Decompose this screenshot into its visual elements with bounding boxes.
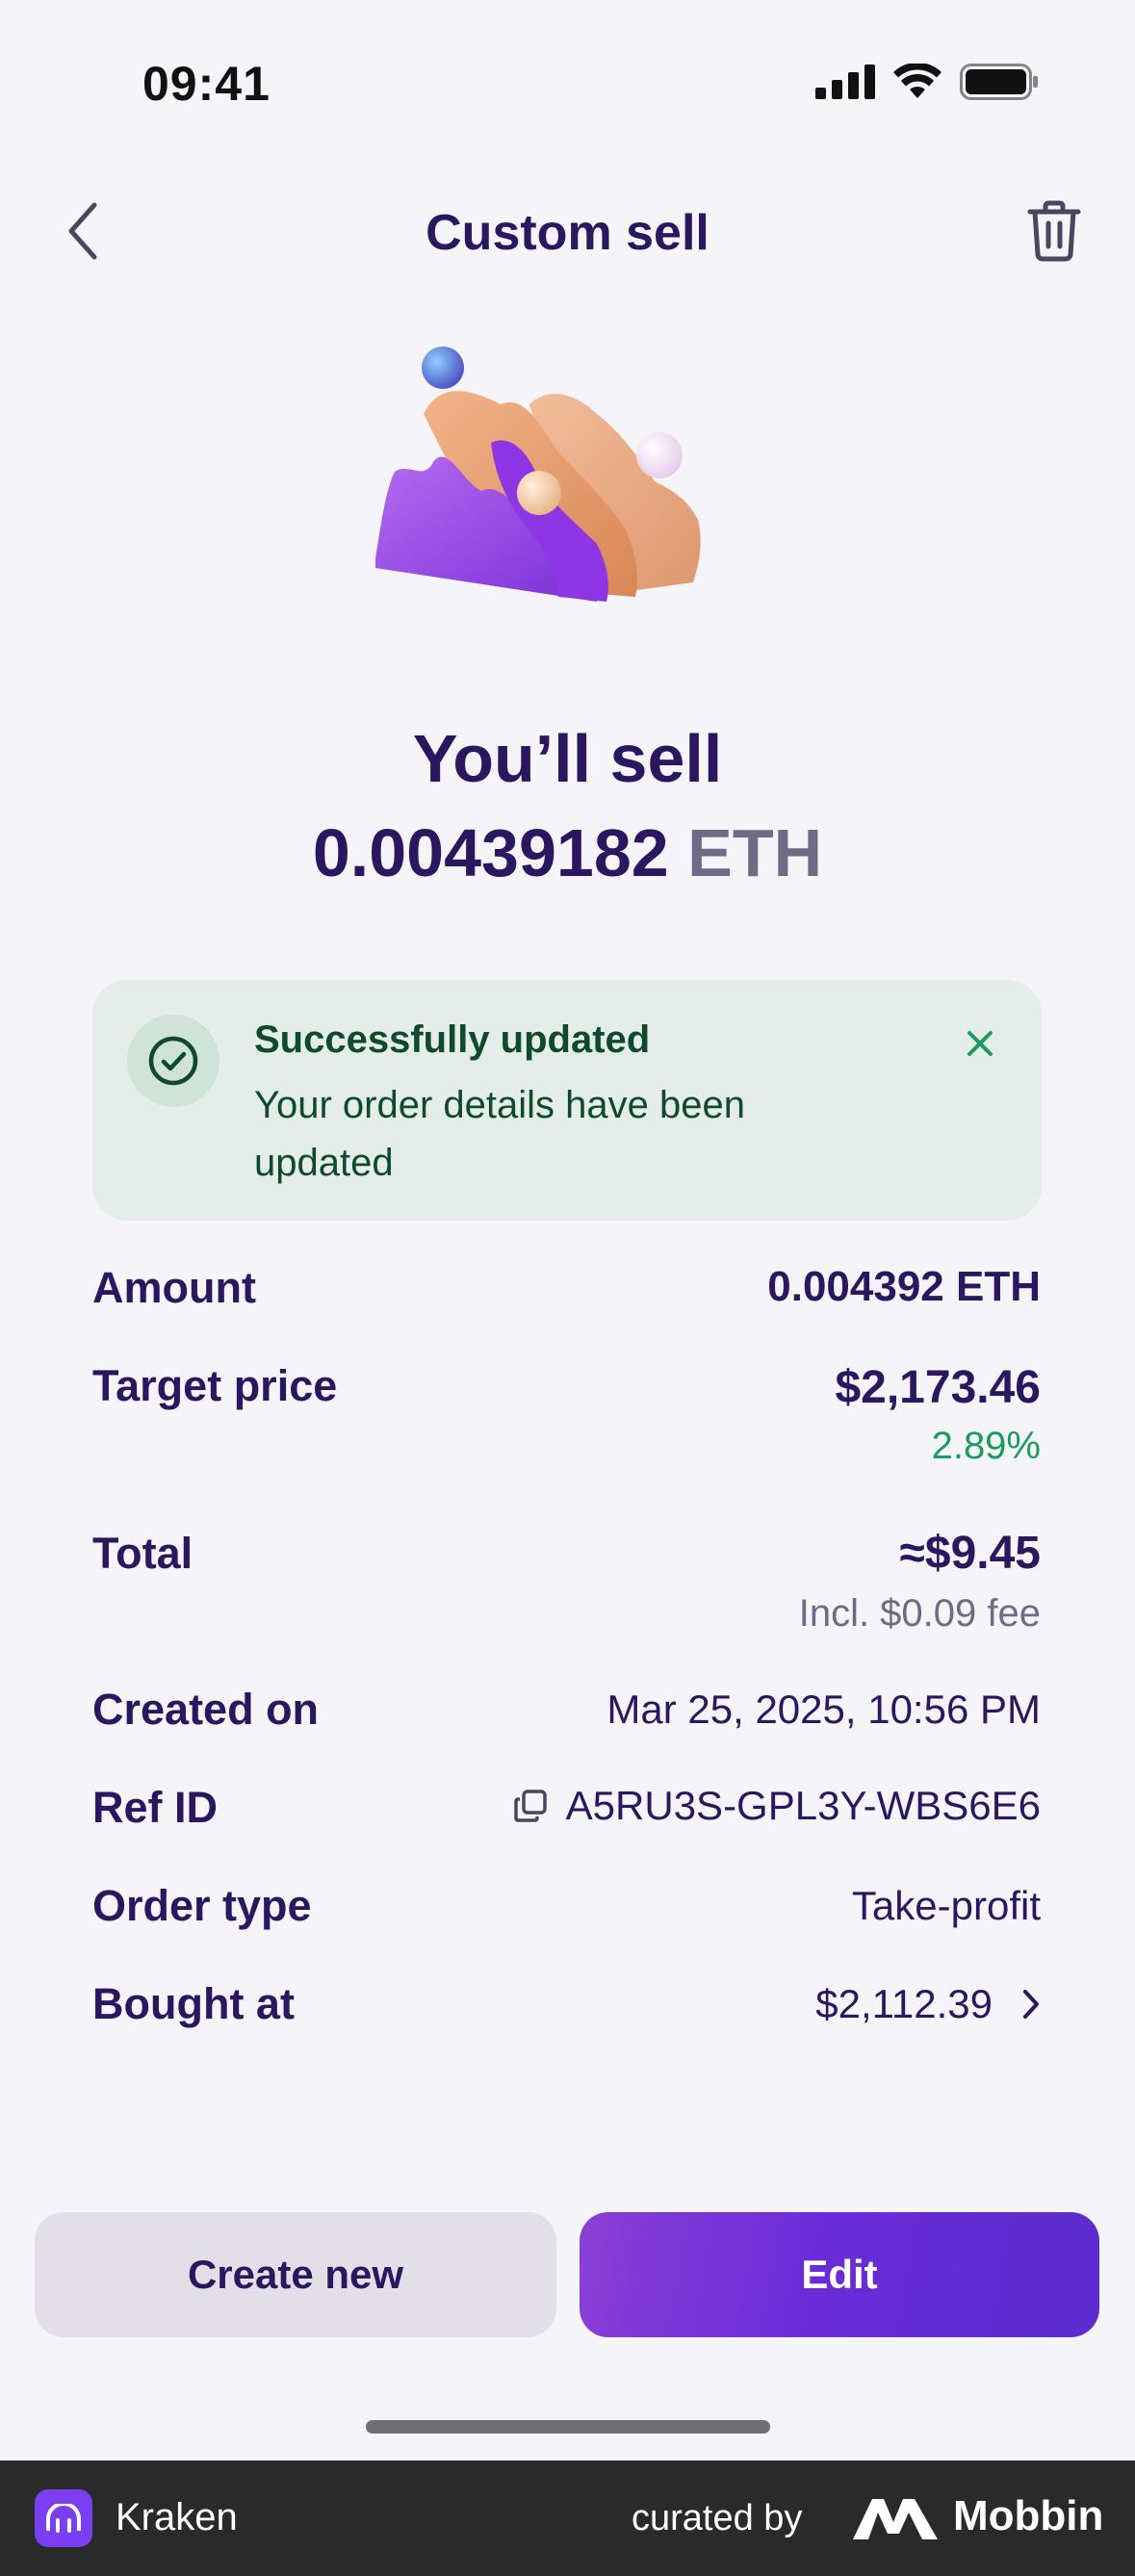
order-type-label: Order type	[92, 1881, 312, 1930]
sell-label: You’ll sell	[412, 721, 723, 796]
bought-at-label: Bought at	[92, 1979, 295, 2028]
check-circle-icon	[148, 1036, 198, 1086]
wifi-icon	[893, 64, 942, 98]
copy-icon	[513, 1790, 547, 1822]
cellular-signal-icon	[815, 64, 875, 99]
home-indicator	[366, 2420, 770, 2434]
total-fee: Incl. $0.09 fee	[798, 1592, 1041, 1635]
app-name: Kraken	[116, 2496, 238, 2538]
ref-id-copy[interactable]: A5RU3S-GPL3Y-WBS6E6	[512, 1783, 1041, 1829]
create-new-button[interactable]: Create new	[35, 2212, 556, 2337]
mobbin-brand: Mobbin	[953, 2492, 1104, 2539]
ref-id-label: Ref ID	[92, 1783, 219, 1832]
page-title: Custom sell	[426, 205, 709, 261]
mountains-illustration	[375, 347, 701, 602]
edit-button[interactable]: Edit	[580, 2212, 1099, 2337]
sell-amount-value: 0.00439182	[312, 815, 669, 890]
battery-icon	[960, 64, 1038, 100]
bought-at-row[interactable]: $2,112.39	[815, 1981, 1041, 2027]
banner-message: Your order details have been updated	[254, 1084, 745, 1184]
amount-value: 0.004392 ETH	[767, 1263, 1041, 1310]
delete-button[interactable]	[1016, 193, 1093, 270]
bought-at-value: $2,112.39	[815, 1981, 993, 2026]
trash-icon	[1027, 200, 1081, 262]
order-type-value: Take-profit	[851, 1883, 1041, 1928]
chevron-right-icon	[1023, 1990, 1039, 2019]
status-icons	[815, 64, 1039, 100]
sell-amount-currency: ETH	[687, 815, 823, 890]
mobbin-logo-icon	[853, 2499, 938, 2539]
success-icon-badge	[127, 1015, 219, 1107]
target-price-value: $2,173.46	[835, 1362, 1041, 1413]
created-on-value: Mar 25, 2025, 10:56 PM	[606, 1687, 1041, 1732]
status-time: 09:41	[142, 57, 271, 111]
kraken-logo-icon	[35, 2489, 92, 2547]
target-price-change: 2.89%	[931, 1425, 1041, 1467]
curated-by-label: curated by	[632, 2498, 803, 2538]
close-icon	[967, 1031, 993, 1056]
footer-bar: Kraken curated by Mobbin	[0, 2460, 1135, 2576]
amount-label: Amount	[92, 1263, 256, 1312]
sell-amount: 0.00439182 ETH	[0, 814, 1135, 891]
banner-close-button[interactable]	[951, 1015, 1009, 1072]
target-price-label: Target price	[92, 1361, 338, 1410]
ref-id-value: A5RU3S-GPL3Y-WBS6E6	[565, 1783, 1041, 1828]
total-value: ≈$9.45	[899, 1528, 1041, 1579]
banner-title: Successfully updated	[254, 1018, 651, 1061]
success-banner: Successfully updated Your order details …	[92, 980, 1042, 1221]
created-on-label: Created on	[92, 1685, 320, 1734]
total-label: Total	[92, 1529, 193, 1578]
